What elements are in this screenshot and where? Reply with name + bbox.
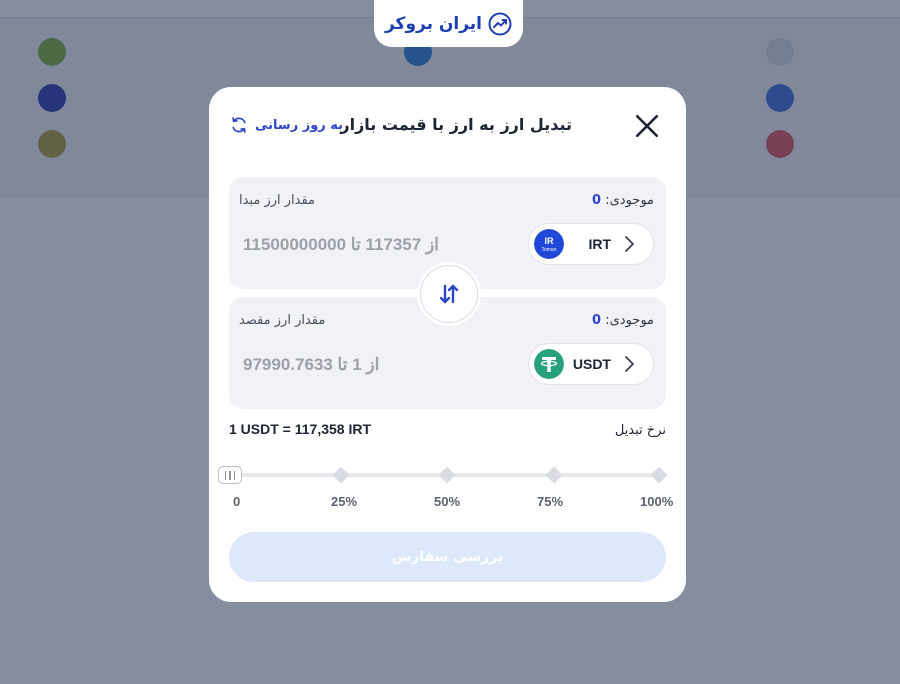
tether-coin-icon xyxy=(534,349,564,379)
chevron-left-icon xyxy=(625,236,634,252)
swap-button-ring xyxy=(420,265,478,323)
destination-amount-label: مقدار ارز مقصد xyxy=(239,313,326,328)
slider-label-100: 100% xyxy=(640,494,674,509)
source-amount-label: مقدار ارز مبدا xyxy=(239,193,316,208)
source-balance-value: 0 xyxy=(592,193,602,208)
destination-coin-code: USDT xyxy=(572,356,611,372)
swap-arrows-icon xyxy=(439,284,459,304)
chevron-left-icon xyxy=(625,356,634,372)
exchange-rate-label: نرخ تبدیل xyxy=(614,423,666,438)
slider-mark-50[interactable] xyxy=(438,466,456,484)
slider-label-75: 75% xyxy=(537,494,564,509)
brand-logo: ایران بروکر xyxy=(374,0,523,47)
brand-logo-text: ایران بروکر xyxy=(384,13,483,34)
refresh-label: به روز رسانی xyxy=(255,117,344,133)
slider-mark-75[interactable] xyxy=(545,466,563,484)
slider-mark-25[interactable] xyxy=(332,466,350,484)
toman-coin-subtext: Toman xyxy=(541,247,556,253)
destination-balance: موجودی: 0 xyxy=(592,313,654,328)
refresh-icon xyxy=(232,117,246,133)
toman-coin-text: IR xyxy=(545,236,555,246)
exchange-rate-value: 1 USDT = 117,358 IRT xyxy=(229,421,372,437)
trend-chart-icon xyxy=(488,12,512,35)
source-balance-label: موجودی: xyxy=(605,193,654,208)
source-coin-code: IRT xyxy=(588,236,611,252)
slider-mark-100[interactable] xyxy=(650,466,668,484)
toman-coin-icon: IR Toman xyxy=(534,229,564,259)
conversion-modal: تبدیل ارز به ارز با قیمت بازار به روز رس… xyxy=(209,87,686,602)
destination-coin-select[interactable]: USDT xyxy=(528,343,654,385)
destination-amount-range[interactable]: از 1 تا 97990.7633 xyxy=(243,355,379,375)
swap-button[interactable] xyxy=(417,262,481,326)
destination-balance-value: 0 xyxy=(592,313,602,328)
slider-label-25: 25% xyxy=(331,494,358,509)
source-amount-range[interactable]: از 117357 تا 11500000000 xyxy=(243,235,439,255)
slider-label-50: 50% xyxy=(434,494,461,509)
slider-handle[interactable] xyxy=(218,466,242,484)
review-order-button[interactable]: بررسی سفارش xyxy=(229,532,666,582)
source-balance: موجودی: 0 xyxy=(592,193,654,208)
refresh-button[interactable]: به روز رسانی xyxy=(229,115,343,135)
close-icon[interactable] xyxy=(634,113,660,139)
source-coin-select[interactable]: IRT IR Toman xyxy=(528,223,654,265)
slider-label-0: 0 xyxy=(233,494,241,509)
modal-title: تبدیل ارز به ارز با قیمت بازار xyxy=(340,115,572,134)
destination-balance-label: موجودی: xyxy=(605,313,654,328)
